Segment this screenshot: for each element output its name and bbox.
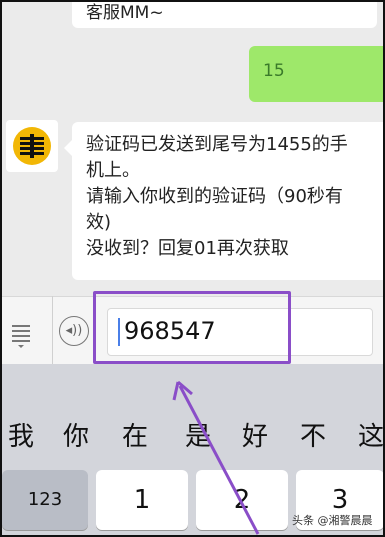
list-menu-icon — [12, 325, 30, 348]
voice-toggle-button[interactable]: ◂)) — [59, 316, 89, 346]
key-2[interactable]: 2 — [196, 470, 288, 530]
candidate-word[interactable]: 好 — [242, 416, 268, 453]
previous-message-bubble: 客服MM~ — [72, 0, 377, 28]
bot-avatar[interactable] — [6, 120, 58, 172]
bot-message-line: 请输入你收到的验证码（90秒有 — [86, 186, 343, 207]
bot-message-line: 效) — [86, 212, 112, 233]
voice-icon: ◂)) — [65, 323, 83, 338]
message-input[interactable]: 968547 — [107, 308, 373, 356]
key-1[interactable]: 1 — [96, 470, 188, 530]
divider — [52, 296, 53, 364]
menu-button[interactable] — [6, 318, 36, 348]
watermark: 头条 @湘警晨晨 — [292, 514, 373, 527]
bot-message-line: 验证码已发送到尾号为1455的手 — [86, 134, 348, 155]
bot-logo-icon — [13, 127, 51, 165]
candidate-word[interactable]: 这 — [358, 416, 384, 453]
bot-message-line: 没收到？回复01再次获取 — [86, 238, 289, 259]
sent-message-bubble[interactable]: 15 — [249, 46, 385, 102]
chat-area: 客服MM~ 15 验证码已发送到尾号为1455的手 机上。 请输入你收到的验证码… — [0, 0, 385, 296]
message-input-value: 968547 — [124, 317, 216, 345]
candidate-word[interactable]: 在 — [122, 416, 148, 453]
previous-message-text: 客服MM~ — [86, 3, 164, 23]
candidate-word[interactable]: 不 — [300, 416, 326, 453]
bot-message-bubble[interactable]: 验证码已发送到尾号为1455的手 机上。 请输入你收到的验证码（90秒有 效) … — [64, 122, 385, 280]
candidate-word[interactable]: 是 — [185, 416, 211, 453]
key-123[interactable]: 123 — [2, 470, 88, 530]
bot-message-line: 机上。 — [86, 160, 140, 181]
text-caret — [118, 318, 120, 346]
sent-message-text: 15 — [263, 61, 285, 81]
candidate-word[interactable]: 我 — [8, 416, 34, 453]
candidate-word[interactable]: 你 — [63, 416, 89, 453]
